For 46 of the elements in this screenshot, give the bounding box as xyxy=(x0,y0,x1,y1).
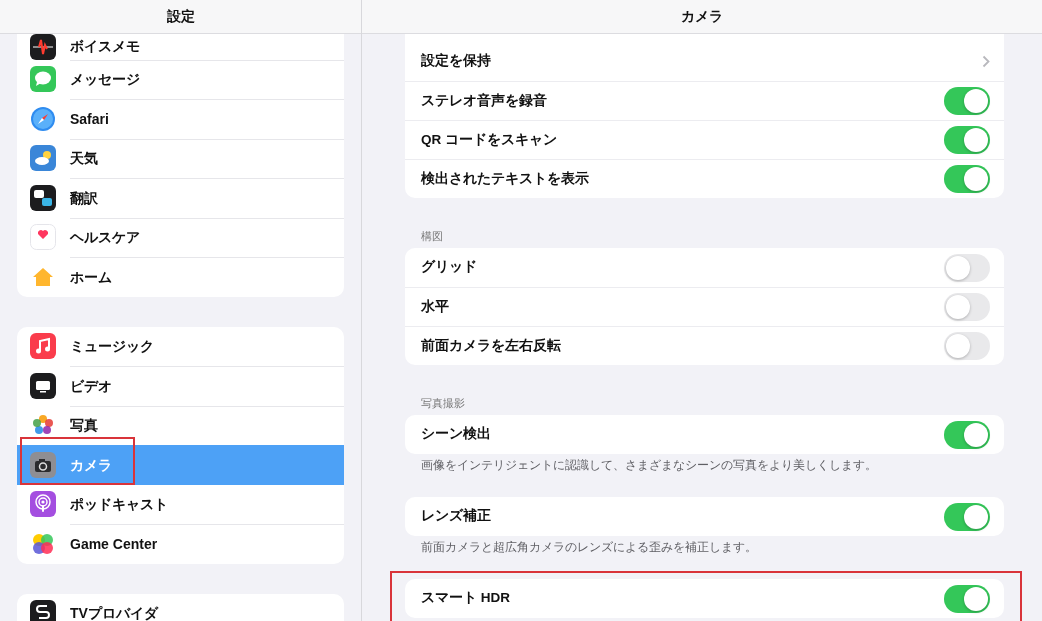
camera-icon xyxy=(30,451,56,478)
setting-label: スマート HDR xyxy=(421,589,511,608)
music-note-icon xyxy=(30,333,56,360)
footnote-text: 前面カメラと超広角カメラのレンズによる歪みを補正します。 xyxy=(420,539,758,555)
setting-label: 水平 xyxy=(421,297,450,316)
sidebar-item[interactable]: Game Center xyxy=(17,524,344,564)
sidebar-item[interactable]: ミュージック xyxy=(17,326,344,366)
compass-icon xyxy=(30,105,56,132)
sidebar-item[interactable]: 天気 xyxy=(17,138,344,178)
setting-label: QR コードをスキャン xyxy=(421,130,558,149)
toggle-switch[interactable] xyxy=(944,332,990,360)
sidebar-item[interactable]: ホーム xyxy=(17,257,344,297)
sidebar-item[interactable]: 翻訳 xyxy=(17,178,344,218)
footnote-text: 画像をインテリジェントに認識して、さまざまなシーンの写真をより美しくします。 xyxy=(420,457,878,473)
setting-label: レンズ補正 xyxy=(421,507,492,526)
setting-label: 前面カメラを左右反転 xyxy=(421,336,562,355)
sidebar-item[interactable]: Safari xyxy=(17,99,344,139)
toggle-switch[interactable] xyxy=(944,165,990,193)
toggle-switch[interactable] xyxy=(944,126,990,154)
toggle-switch[interactable] xyxy=(944,293,990,321)
toggle-switch[interactable] xyxy=(944,253,990,282)
sidebar-item[interactable]: TVプロバイダ xyxy=(17,593,344,621)
chat-bubble-icon xyxy=(30,66,56,93)
pane-title: カメラ xyxy=(681,7,723,26)
toggle-switch[interactable] xyxy=(944,502,990,531)
section-header: 写真撮影 xyxy=(420,396,466,411)
chevron-icon xyxy=(982,55,990,68)
sidebar-item[interactable]: ヘルスケア xyxy=(17,217,344,257)
tv-screen-icon xyxy=(30,372,56,399)
setting-label: ステレオ音声を録音 xyxy=(421,91,548,110)
pane-title: 設定 xyxy=(166,7,195,26)
broadcast-icon xyxy=(30,491,56,518)
toggle-switch[interactable] xyxy=(944,420,990,449)
sun-cloud-icon xyxy=(30,145,56,172)
toggle-switch[interactable] xyxy=(944,584,990,613)
sidebar-item[interactable]: ビデオ xyxy=(17,366,344,406)
sidebar-item[interactable]: ボイスメモ xyxy=(17,34,344,60)
setting-label: シーン検出 xyxy=(421,425,492,444)
sidebar-item[interactable]: メッセージ xyxy=(17,59,344,99)
toggle-switch[interactable] xyxy=(944,87,990,115)
section-header: 構図 xyxy=(420,229,444,244)
sidebar-item[interactable]: ポッドキャスト xyxy=(17,484,344,524)
speech-bubbles-icon xyxy=(30,184,56,211)
setting-label: 検出されたテキストを表示 xyxy=(421,169,590,188)
setting-label: 設定を保持 xyxy=(421,52,492,71)
setting-label: グリッド xyxy=(421,258,478,277)
